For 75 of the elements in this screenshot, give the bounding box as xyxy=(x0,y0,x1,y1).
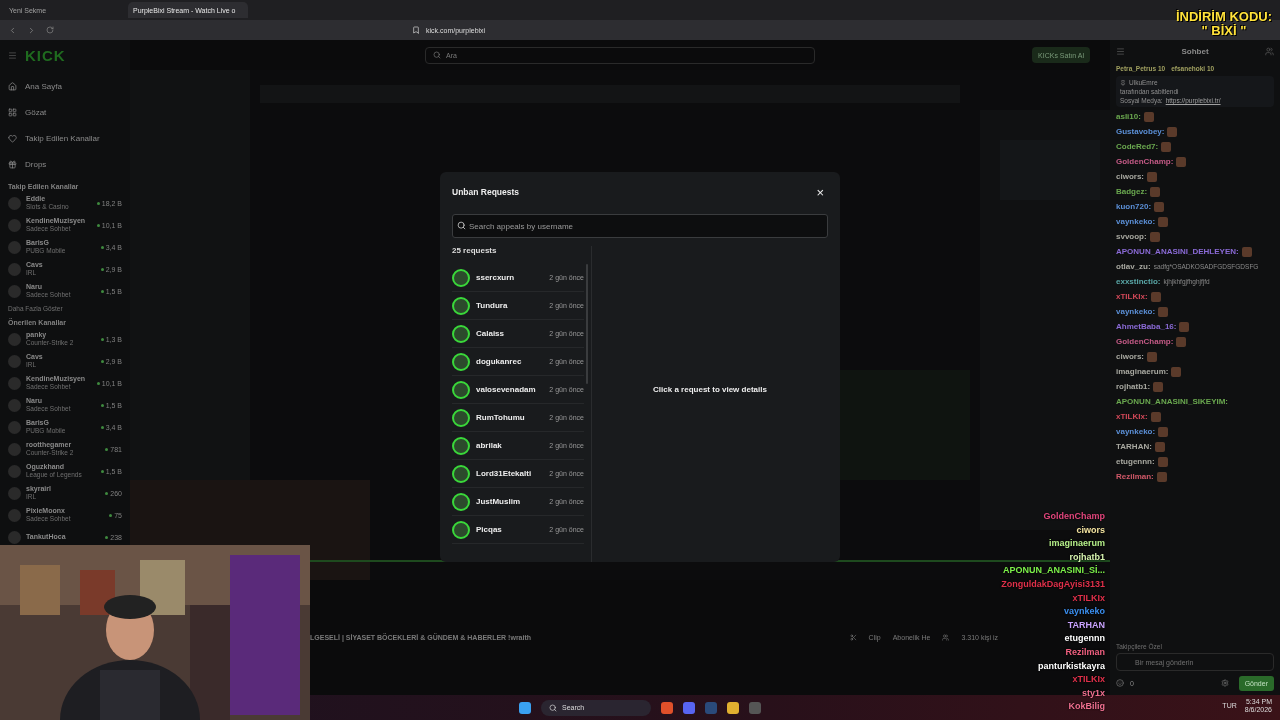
channel-avatar xyxy=(8,376,21,390)
home-icon xyxy=(8,81,17,91)
overlay-username: TARHAN xyxy=(1067,618,1105,632)
chat-username[interactable]: TARHAN: xyxy=(1116,442,1152,451)
chat-username[interactable]: ciwors: xyxy=(1116,172,1144,181)
grid-icon xyxy=(8,107,17,117)
chat-username[interactable]: GoldenChamp: xyxy=(1116,337,1174,346)
chat-username[interactable]: kuon720: xyxy=(1116,202,1152,211)
users-icon xyxy=(942,634,950,641)
channel-avatar xyxy=(8,464,21,478)
chat-username[interactable]: exxstinctio: xyxy=(1116,277,1161,286)
promo-code: " BİXİ " xyxy=(1201,24,1247,38)
channel-avatar xyxy=(8,530,21,544)
channel-avatar xyxy=(8,240,21,254)
collapse-icon[interactable] xyxy=(1116,46,1125,56)
channel-avatar xyxy=(8,332,21,346)
nav-item[interactable]: Ana Sayfa xyxy=(8,74,122,98)
chat-username[interactable]: Badgez: xyxy=(1116,187,1148,196)
overlay-username: ZonguldakDagAyisi3131 xyxy=(1001,577,1105,591)
users-icon[interactable] xyxy=(1265,46,1274,56)
search-icon xyxy=(433,51,441,59)
chat-username[interactable]: AhmetBaba_16: xyxy=(1116,322,1177,331)
gift-icon xyxy=(8,159,17,169)
chat-username[interactable]: vaynkeko: xyxy=(1116,217,1156,226)
chat-username[interactable]: vaynkeko: xyxy=(1116,307,1156,316)
forward-icon[interactable] xyxy=(27,25,36,35)
overlay-username: vaynkeko xyxy=(1063,605,1105,619)
channel-avatar xyxy=(8,262,21,276)
chat-username[interactable]: GoldenChamp: xyxy=(1116,157,1174,166)
channel-avatar xyxy=(8,442,21,456)
chat-username[interactable]: Gustavobey: xyxy=(1116,127,1165,136)
chat-username[interactable]: imaginaerum: xyxy=(1116,367,1169,376)
search-icon xyxy=(549,703,557,712)
nav-item[interactable]: Takip Edilen Kanallar xyxy=(8,126,122,150)
overlay-username: panturkistkayra xyxy=(1037,659,1105,673)
smile-icon[interactable] xyxy=(1116,679,1124,687)
overlay-username: KokBilig xyxy=(1068,700,1105,714)
menu-icon[interactable] xyxy=(8,50,17,60)
channel-avatar xyxy=(8,218,21,232)
chat-username[interactable]: xTILKIx: xyxy=(1116,412,1148,421)
back-icon[interactable] xyxy=(8,25,17,35)
channel-avatar xyxy=(8,420,21,434)
chat-username[interactable]: APONUN_ANASINI_SIKEYIM: xyxy=(1116,397,1228,406)
chat-username[interactable]: APONUN_ANASINI_DEHLEYEN: xyxy=(1116,247,1239,256)
chat-username[interactable]: rojhatb1: xyxy=(1116,382,1151,391)
overlay-username: sty1x xyxy=(1081,686,1105,700)
nav-item[interactable]: Drops xyxy=(8,152,122,176)
overlay-username: Rezilman xyxy=(1065,645,1105,659)
chat-username[interactable]: etugennn: xyxy=(1116,457,1155,466)
overlay-username: etugennn xyxy=(1064,632,1105,646)
channel-avatar xyxy=(8,284,21,298)
chat-username[interactable]: asli10: xyxy=(1116,112,1141,121)
channel-avatar xyxy=(8,508,21,522)
overlay-username: xTILKIx xyxy=(1072,591,1105,605)
channel-avatar xyxy=(8,398,21,412)
channel-avatar xyxy=(8,196,21,210)
channel-avatar xyxy=(8,354,21,368)
overlay-username: xTILKIx xyxy=(1072,673,1105,687)
chat-username[interactable]: otlav_zu: xyxy=(1116,262,1151,271)
chat-username[interactable]: CodeRed7: xyxy=(1116,142,1159,151)
chat-username[interactable]: ciwors: xyxy=(1116,352,1144,361)
pin-icon xyxy=(1120,79,1126,86)
chat-username[interactable]: vaynkeko: xyxy=(1116,427,1156,436)
heart-icon xyxy=(8,133,17,143)
chat-username[interactable]: svvoop: xyxy=(1116,232,1147,241)
nav-item[interactable]: Gözat xyxy=(8,100,122,124)
chat-username[interactable]: xTILKIx: xyxy=(1116,292,1148,301)
chat-title: Sohbet xyxy=(1181,46,1209,56)
channel-avatar xyxy=(8,486,21,500)
bookmark-icon[interactable] xyxy=(412,26,420,34)
reload-icon[interactable] xyxy=(46,26,54,34)
scissors-icon xyxy=(849,634,857,641)
promo-text: İNDİRİM KODU: xyxy=(1175,10,1272,24)
settings-icon[interactable] xyxy=(1220,679,1229,687)
chat-username[interactable]: Rezilman: xyxy=(1116,472,1154,481)
